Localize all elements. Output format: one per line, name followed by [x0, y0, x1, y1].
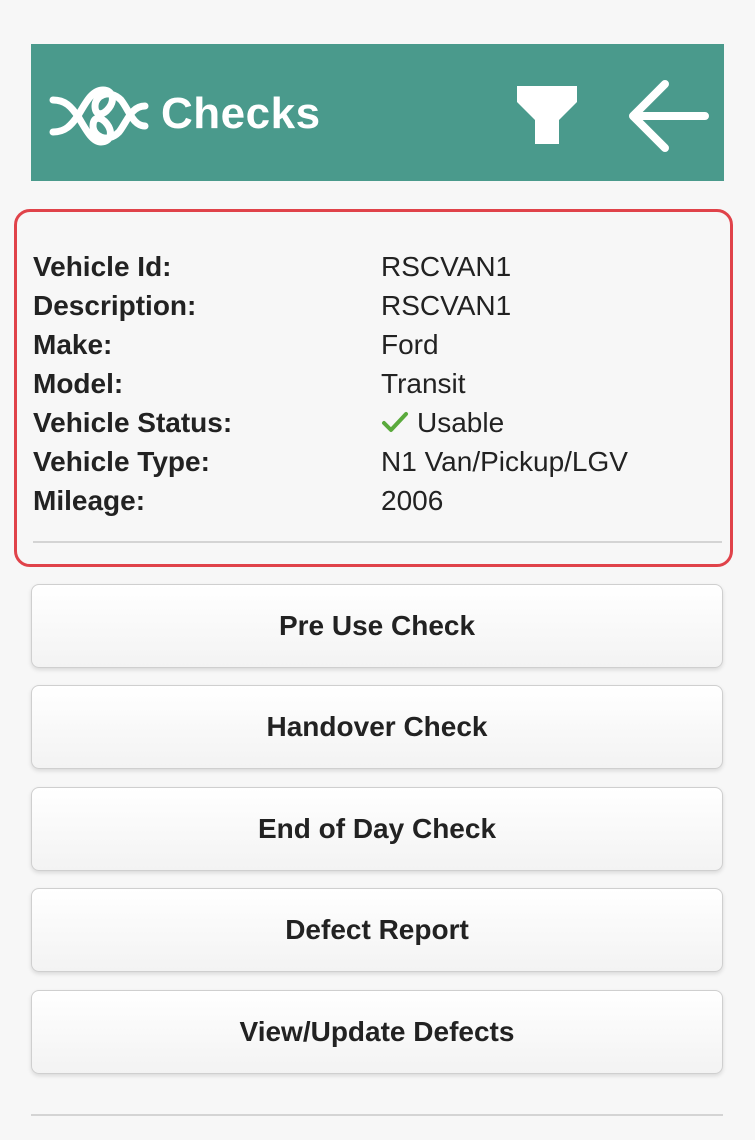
defect-report-button[interactable]: Defect Report: [31, 888, 723, 972]
back-arrow-icon[interactable]: [625, 76, 709, 156]
check-icon: [382, 412, 408, 432]
info-label: Model:: [33, 368, 124, 399]
card-divider: [33, 541, 722, 543]
handover-check-button[interactable]: Handover Check: [31, 685, 723, 769]
info-label: Vehicle Type:: [33, 446, 210, 477]
info-label: Make:: [33, 329, 113, 360]
info-label: Description:: [33, 290, 197, 321]
info-label: Mileage:: [33, 485, 146, 516]
info-value: RSCVAN1: [381, 290, 512, 321]
app-header: Checks: [31, 44, 724, 181]
view-update-defects-button[interactable]: View/Update Defects: [31, 990, 723, 1074]
vehicle-info-card: Vehicle Id: RSCVAN1 Description: RSCVAN1…: [14, 209, 733, 567]
pre-use-check-button[interactable]: Pre Use Check: [31, 584, 723, 668]
info-value: RSCVAN1: [381, 251, 512, 282]
end-of-day-check-button[interactable]: End of Day Check: [31, 787, 723, 871]
logo-icon: [49, 86, 149, 146]
bottom-divider: [31, 1114, 723, 1116]
info-value: Transit: [381, 368, 466, 399]
info-value: Ford: [381, 329, 439, 360]
filter-icon[interactable]: [515, 82, 579, 148]
info-value: N1 Van/Pickup/LGV: [381, 446, 628, 477]
status-value: Usable: [381, 404, 504, 442]
info-label: Vehicle Id:: [33, 251, 172, 282]
status-text: Usable: [417, 407, 505, 438]
info-value: 2006: [381, 485, 444, 516]
page-title: Checks: [161, 89, 321, 138]
info-label: Vehicle Status:: [33, 407, 233, 438]
